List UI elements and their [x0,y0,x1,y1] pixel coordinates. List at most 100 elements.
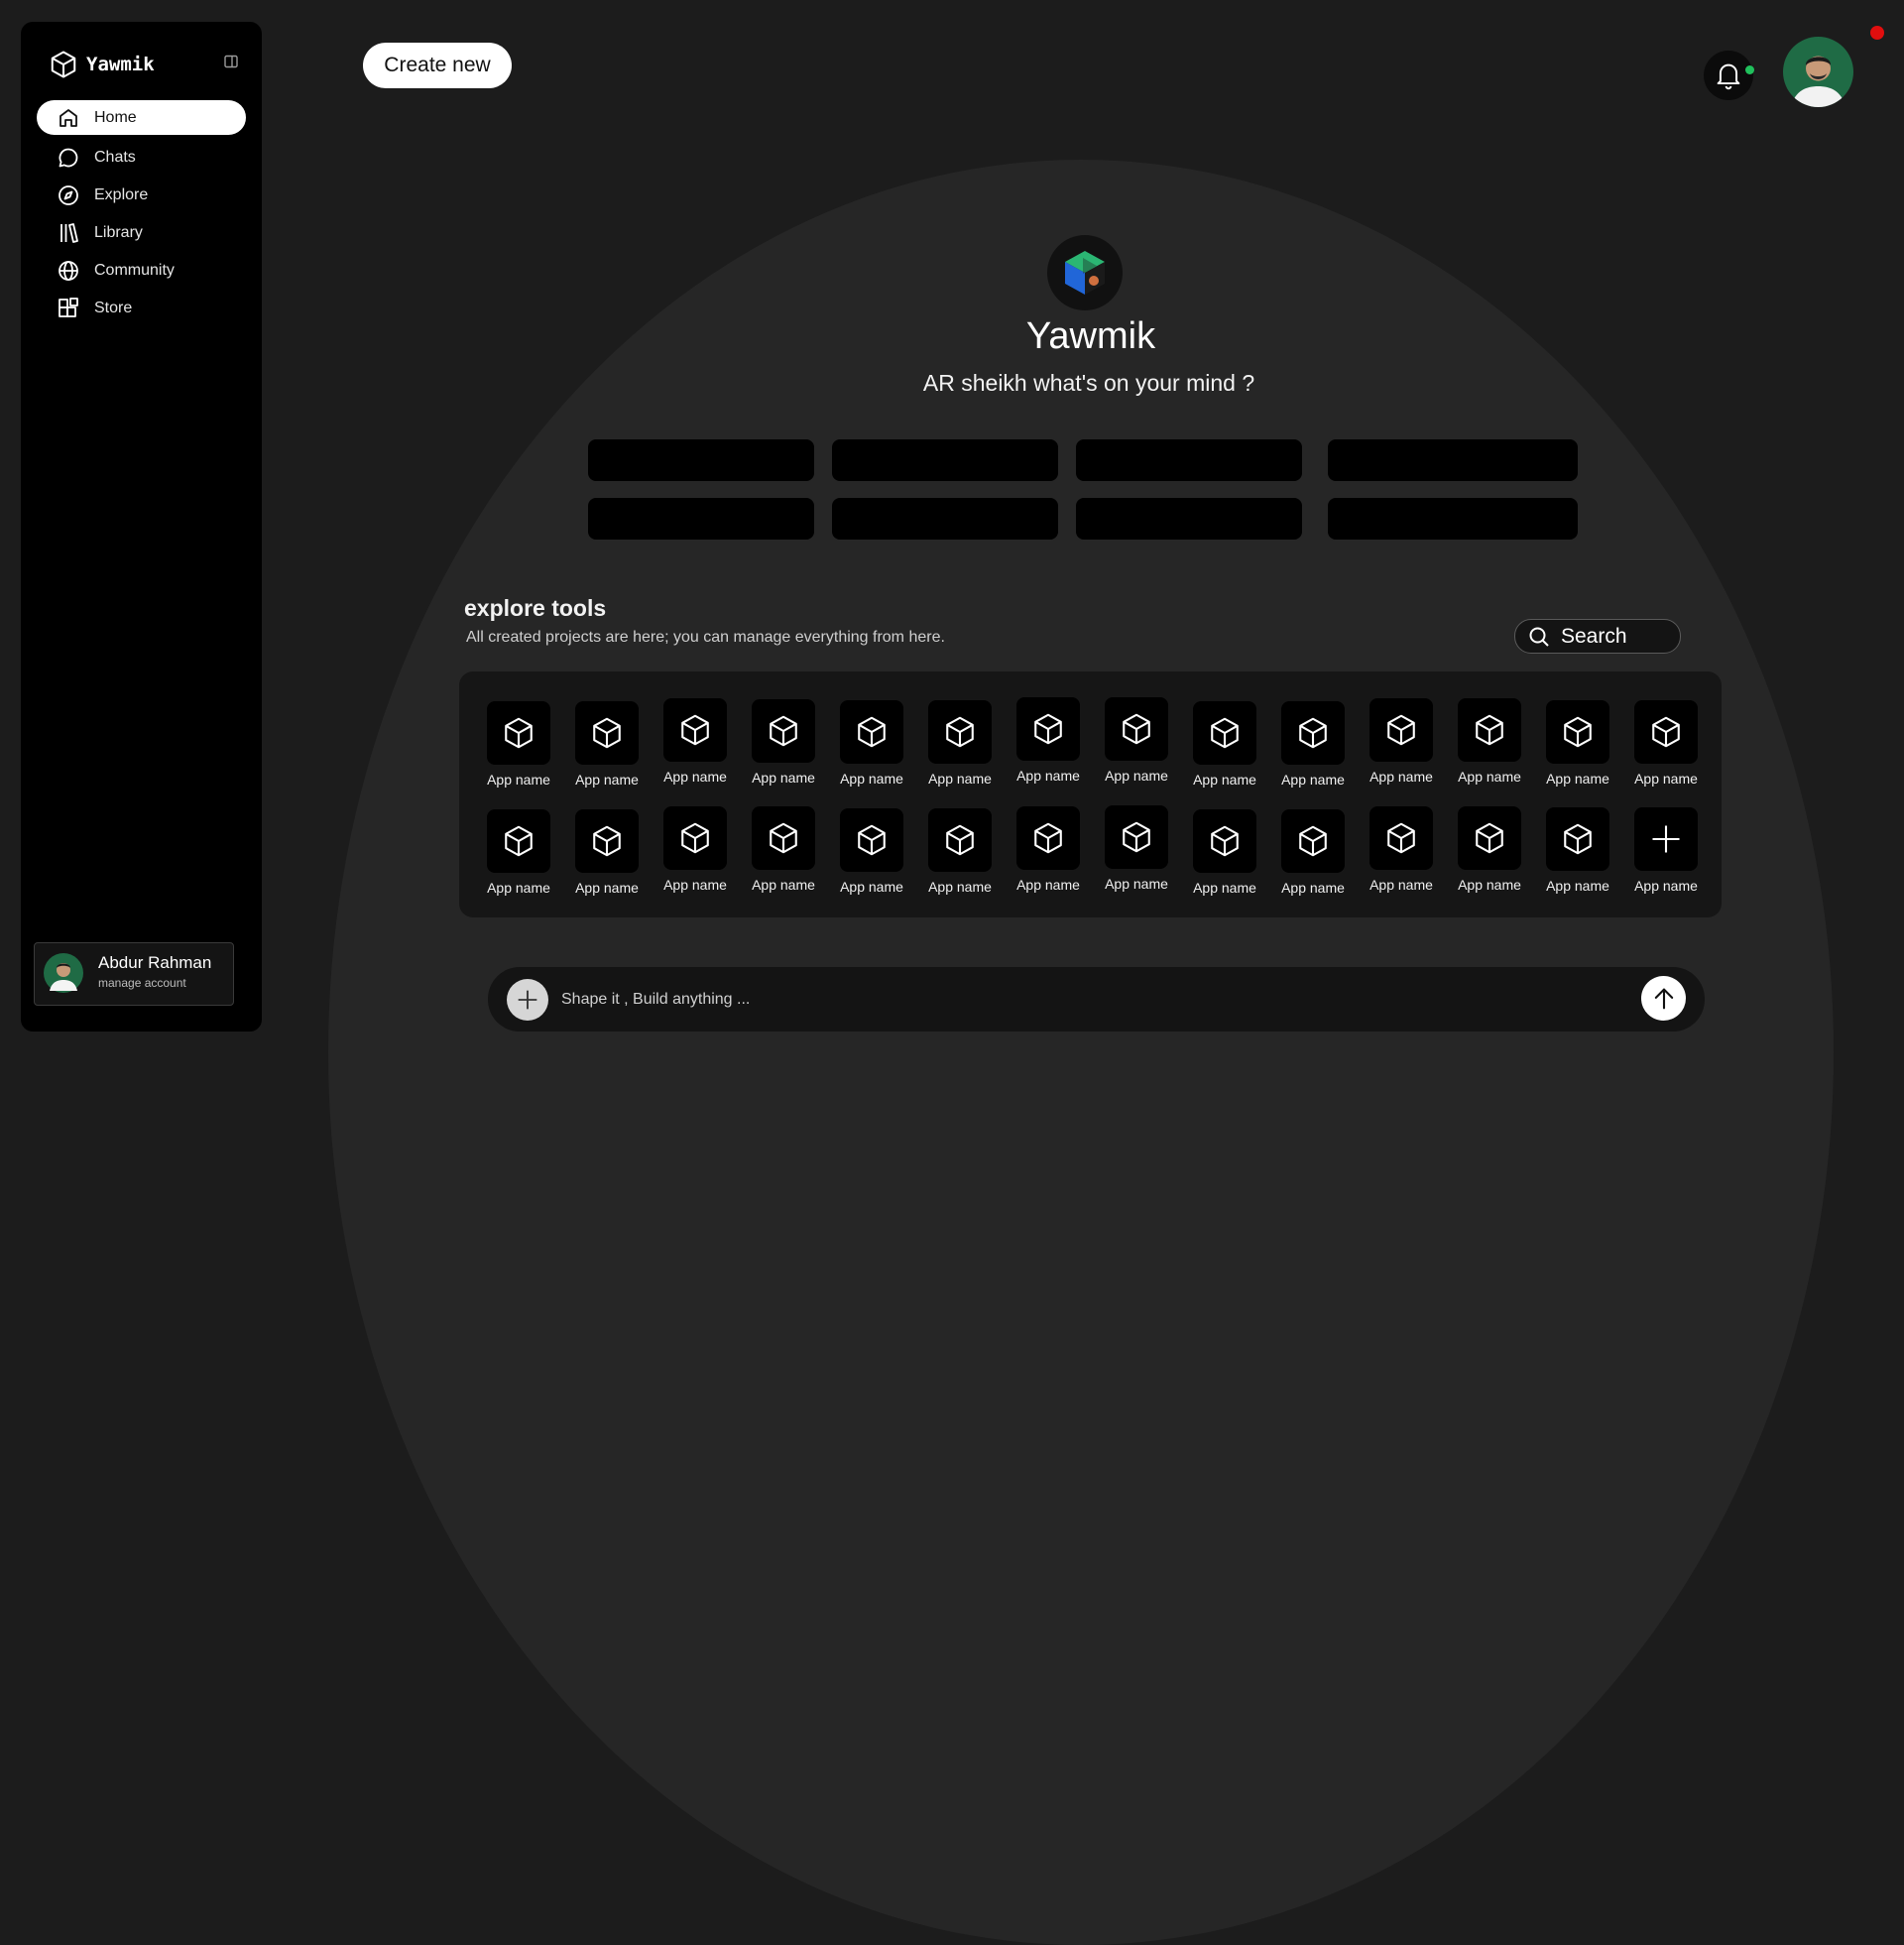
app-tile-label: App name [752,770,815,786]
app-tile-label: App name [1458,877,1521,893]
app-tile-icon [752,699,815,763]
app-tile[interactable]: App name [828,700,915,787]
sidebar-item-label: Community [94,261,175,279]
suggestion-card[interactable] [832,439,1058,481]
cube-icon [1564,716,1592,748]
app-tile[interactable]: App name [1358,806,1445,893]
app-tile-label: App name [1634,878,1698,894]
app-tile[interactable]: App name [475,809,562,896]
app-tile-label: App name [1634,771,1698,787]
app-tile-label: App name [928,771,992,787]
app-tile-label: App name [1105,876,1168,892]
brand[interactable]: Yawmik [49,50,155,79]
suggestion-card[interactable] [1328,439,1578,481]
app-tile-label: App name [1546,878,1609,894]
cube-icon [593,717,621,749]
sidebar-item-home[interactable]: Home [37,100,246,135]
search-icon [1529,627,1549,647]
account-subtitle: manage account [98,976,186,990]
app-tile[interactable]: App name [1622,807,1710,894]
app-tile[interactable]: App name [652,698,739,785]
background-arch [328,160,1834,1945]
app-tile[interactable]: App name [828,808,915,895]
cube-icon [1476,714,1503,746]
app-tile-label: App name [487,772,550,788]
app-tile-icon [575,809,639,873]
app-tile-icon [1369,698,1433,762]
app-tile[interactable]: App name [1446,806,1533,893]
app-tile-icon [1281,701,1345,765]
app-tile[interactable]: App name [1093,805,1180,892]
sidebar-nav: Home Chats Explore Library Community Sto… [37,100,246,327]
app-tile-icon [1193,809,1256,873]
avatar [44,953,83,993]
profile-photo [1783,37,1853,107]
sidebar-item-library[interactable]: Library [37,214,246,251]
cube-icon [505,717,533,749]
sidebar-toggle-icon[interactable] [223,54,239,69]
app-tile[interactable]: App name [740,806,827,893]
hero-title: Yawmik [1025,315,1156,357]
arrow-up-icon [1654,988,1673,1009]
suggestion-card[interactable] [1076,498,1302,540]
cube-icon [681,822,709,854]
cube-brand-icon [1065,251,1105,295]
app-tile[interactable]: App name [1005,697,1092,784]
app-tile[interactable]: App name [916,808,1004,895]
app-tile[interactable]: App name [475,701,562,788]
app-tile-icon [928,808,992,872]
attach-button[interactable] [507,979,548,1021]
chat-icon [57,146,80,170]
prompt-input[interactable] [559,981,1605,1019]
cube-icon [1211,825,1239,857]
app-tile-label: App name [487,880,550,896]
sidebar-item-chats[interactable]: Chats [37,139,246,176]
cube-icon [1123,713,1150,745]
app-tile[interactable]: App name [916,700,1004,787]
app-tile[interactable]: App name [1181,701,1268,788]
suggestion-card[interactable] [1328,498,1578,540]
cube-icon [1476,822,1503,854]
app-tile[interactable]: App name [1181,809,1268,896]
app-tile-label: App name [575,880,639,896]
app-tile[interactable]: App name [1534,807,1621,894]
notifications-button[interactable] [1704,51,1753,100]
app-tile[interactable]: App name [1446,698,1533,785]
app-tile[interactable]: App name [740,699,827,786]
cube-icon [1034,822,1062,854]
profile-avatar[interactable] [1783,37,1853,107]
app-tile[interactable]: App name [1093,697,1180,784]
app-tile[interactable]: App name [1534,700,1621,787]
suggestion-card[interactable] [588,498,814,540]
create-new-button[interactable]: Create new [363,43,512,88]
app-tile-label: App name [1369,769,1433,785]
app-tile[interactable]: App name [1269,701,1357,788]
app-tile[interactable]: App name [1622,700,1710,787]
sidebar-item-community[interactable]: Community [37,252,246,289]
search-button[interactable]: Search [1514,619,1681,654]
app-tile-icon [1458,698,1521,762]
cube-icon [593,825,621,857]
send-button[interactable] [1641,976,1686,1021]
app-tile-label: App name [1281,772,1345,788]
plus-icon [518,990,537,1010]
sidebar-item-explore[interactable]: Explore [37,177,246,213]
cube-icon [505,825,533,857]
suggestion-card[interactable] [588,439,814,481]
app-tile-icon [1546,807,1609,871]
suggestion-card[interactable] [1076,439,1302,481]
account-card[interactable]: Abdur Rahman manage account [34,942,234,1006]
app-tile[interactable]: App name [652,806,739,893]
app-tile[interactable]: App name [563,809,651,896]
app-tile[interactable]: App name [563,701,651,788]
bell-icon [1717,63,1740,90]
app-tile-label: App name [752,877,815,893]
app-tile[interactable]: App name [1269,809,1357,896]
compass-icon [57,183,80,207]
app-tile-icon [840,808,903,872]
app-tile[interactable]: App name [1005,806,1092,893]
app-tile-icon [1281,809,1345,873]
app-tile[interactable]: App name [1358,698,1445,785]
app-tile-icon [752,806,815,870]
suggestion-card[interactable] [832,498,1058,540]
